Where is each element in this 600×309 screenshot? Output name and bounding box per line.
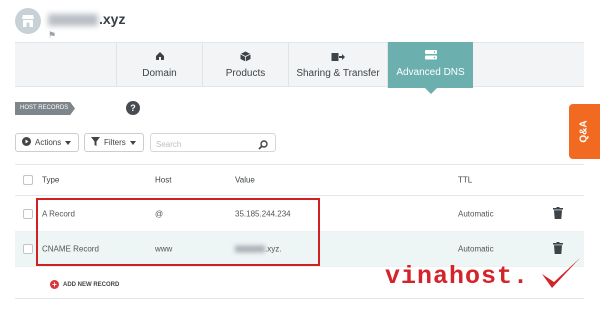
column-ttl: TTL bbox=[458, 175, 473, 185]
record-ttl: Automatic bbox=[458, 209, 494, 219]
host-records-badge: HOST RECORDS bbox=[15, 102, 75, 115]
tab-sharing-transfer[interactable]: Sharing & Transfer bbox=[288, 43, 387, 87]
domain-tab-bar: Domain Products Sharing & Transfer Advan… bbox=[15, 42, 584, 94]
add-new-record-button[interactable]: + ADD NEW RECORD bbox=[50, 280, 119, 289]
column-value: Value bbox=[235, 175, 255, 185]
plus-circle-icon: + bbox=[50, 280, 59, 289]
domain-title: .xyz bbox=[48, 11, 125, 27]
filter-funnel-icon bbox=[91, 137, 100, 148]
tab-domain[interactable]: Domain bbox=[116, 43, 202, 87]
filters-dropdown[interactable]: Filters bbox=[84, 133, 144, 152]
share-arrow-icon bbox=[289, 51, 387, 65]
record-value: 35.185.244.234 bbox=[235, 209, 291, 219]
play-circle-icon bbox=[22, 137, 31, 148]
actions-dropdown[interactable]: Actions bbox=[15, 133, 79, 152]
tab-products[interactable]: Products bbox=[202, 43, 288, 87]
row-checkbox[interactable] bbox=[23, 244, 33, 254]
search-input[interactable] bbox=[151, 136, 251, 153]
record-ttl: Automatic bbox=[458, 244, 494, 254]
select-all-checkbox[interactable] bbox=[23, 175, 33, 185]
help-icon[interactable]: ? bbox=[126, 101, 140, 115]
row-checkbox[interactable] bbox=[23, 209, 33, 219]
box-icon bbox=[203, 51, 288, 65]
divider bbox=[15, 298, 584, 299]
blurred-domain-name bbox=[48, 14, 98, 27]
trash-icon[interactable] bbox=[553, 242, 563, 256]
site-store-icon bbox=[15, 8, 41, 34]
house-icon bbox=[117, 51, 202, 65]
table-row[interactable]: A Record @ 35.185.244.234 Automatic bbox=[15, 197, 584, 232]
record-host: @ bbox=[155, 209, 164, 219]
search-box bbox=[150, 133, 276, 155]
watermark-logo: vinahost. bbox=[385, 262, 530, 291]
records-table-header: Type Host Value TTL bbox=[15, 164, 584, 196]
trash-icon[interactable] bbox=[553, 207, 563, 221]
blurred-value bbox=[235, 245, 265, 253]
search-icon[interactable] bbox=[258, 137, 268, 155]
record-host: www bbox=[155, 244, 173, 254]
tag-icon[interactable]: ⚑ bbox=[48, 30, 56, 41]
qa-side-tab[interactable]: Q&A bbox=[569, 104, 600, 159]
server-icon bbox=[388, 50, 473, 64]
record-type: CNAME Record bbox=[42, 244, 99, 254]
record-value: .xyz. bbox=[235, 245, 281, 254]
column-type: Type bbox=[42, 175, 60, 185]
record-type: A Record bbox=[42, 209, 75, 219]
caret-down-icon bbox=[65, 138, 72, 147]
tab-advanced-dns[interactable]: Advanced DNS bbox=[387, 42, 473, 94]
column-host: Host bbox=[155, 175, 172, 185]
caret-down-icon bbox=[129, 138, 136, 147]
checkmark-icon bbox=[538, 256, 583, 301]
